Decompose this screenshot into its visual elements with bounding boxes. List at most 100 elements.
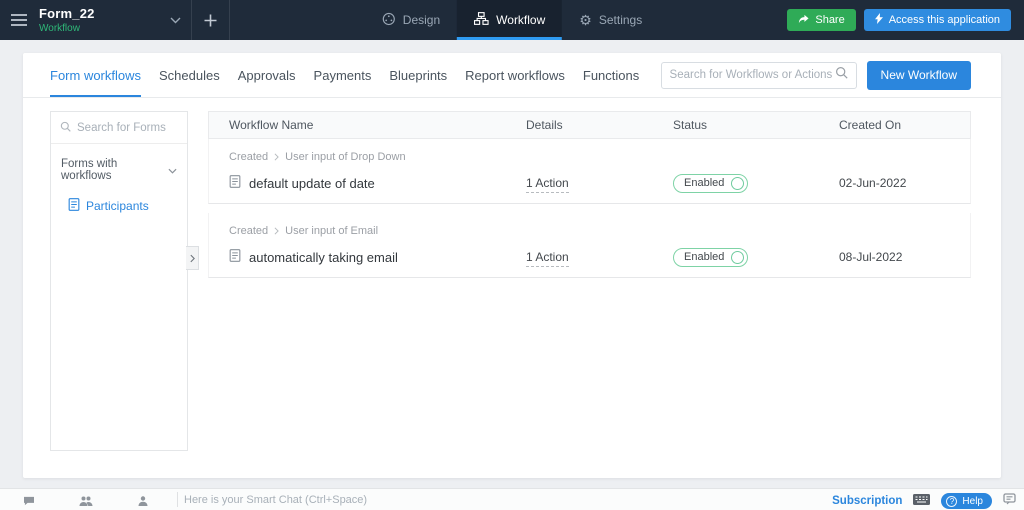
chevron-down-icon [168, 161, 177, 179]
status-toggle[interactable]: Enabled [673, 247, 749, 267]
tabs-actions: New Workflow [660, 60, 971, 90]
forms-search-placeholder: Search for Forms [77, 121, 166, 134]
nav-item-settings[interactable]: ⚙ Settings [562, 0, 659, 40]
table-row[interactable]: default update of date 1 Action Enabled … [209, 163, 970, 203]
workflow-name[interactable]: default update of date [249, 176, 375, 191]
table-header: Workflow Name Details Status Created On [208, 111, 971, 139]
tab-functions[interactable]: Functions [583, 53, 639, 97]
breadcrumb: Created User input of Email [209, 225, 970, 237]
forms-group-label: Forms with workflows [61, 158, 118, 182]
sidebar-item-label: Participants [86, 199, 149, 213]
nav-item-label: Workflow [496, 13, 546, 27]
new-workflow-button[interactable]: New Workflow [866, 60, 971, 90]
breadcrumb-child: User input of Email [285, 225, 379, 237]
workflow-details-link[interactable]: 1 Action [526, 250, 569, 267]
app-switcher[interactable]: Form_22 Workflow [39, 0, 191, 40]
tabs-row: Form workflows Schedules Approvals Payme… [23, 53, 1001, 98]
form-doc-icon [229, 249, 241, 265]
contacts-button[interactable]: Contacts [114, 489, 171, 510]
sidebar-item-participants[interactable]: Participants [51, 188, 187, 222]
chevron-right-icon [189, 254, 195, 262]
status-label: Enabled [684, 251, 725, 264]
hamburger-menu-icon[interactable] [0, 0, 39, 40]
form-doc-icon [229, 175, 241, 191]
design-icon [382, 12, 396, 29]
page-background: Form workflows Schedules Approvals Payme… [0, 40, 1024, 488]
chevron-right-icon [274, 227, 279, 235]
topbar-divider [229, 0, 230, 40]
status-label: Enabled [684, 177, 725, 190]
settings-gear-icon: ⚙ [579, 12, 592, 28]
help-button-label: Help [962, 495, 983, 507]
created-on-date: 08-Jul-2022 [839, 250, 903, 264]
breadcrumb-parent: Created [229, 225, 269, 237]
share-button[interactable]: Share [787, 9, 856, 31]
topbar-left: Form_22 Workflow [0, 0, 230, 40]
share-button-label: Share [815, 14, 845, 26]
bottombar: Chats Channels Contacts Subscription ? H… [0, 488, 1024, 510]
bottombar-divider [177, 492, 178, 507]
nav-item-design[interactable]: Design [365, 0, 457, 40]
workflow-search-input[interactable] [669, 69, 835, 81]
nav-item-label: Design [402, 13, 441, 27]
breadcrumb-child: User input of Drop Down [285, 151, 406, 163]
chats-button[interactable]: Chats [0, 489, 57, 510]
forms-search-box[interactable]: Search for Forms [51, 112, 187, 144]
keyboard-shortcuts-icon[interactable] [913, 492, 931, 510]
workflow-tabs: Form workflows Schedules Approvals Payme… [50, 53, 657, 97]
people-group-icon [79, 493, 93, 510]
chevron-right-icon [274, 153, 279, 161]
forms-sidebar: Search for Forms Forms with workflows Pa… [50, 111, 188, 451]
workflow-search-box [660, 61, 857, 89]
topbar: Form_22 Workflow Design Workflow ⚙ Setti… [0, 0, 1024, 40]
search-icon [835, 66, 848, 84]
forms-group-toggle[interactable]: Forms with workflows [51, 144, 187, 188]
question-mark-icon: ? [946, 495, 958, 507]
share-arrow-icon [798, 14, 809, 27]
workflow-group: Created User input of Email automaticall… [208, 213, 971, 278]
workflow-card: Form workflows Schedules Approvals Payme… [23, 53, 1001, 478]
feedback-icon[interactable] [1003, 492, 1016, 510]
topbar-right: Share Access this application [787, 0, 1024, 40]
created-on-date: 02-Jun-2022 [839, 176, 907, 190]
sidebar-collapse-handle[interactable] [186, 246, 199, 270]
status-toggle[interactable]: Enabled [673, 173, 749, 193]
smart-chat-input[interactable] [184, 489, 833, 506]
access-application-button[interactable]: Access this application [863, 9, 1011, 31]
content-area: Search for Forms Forms with workflows Pa… [23, 98, 1001, 478]
chevron-down-icon [170, 11, 181, 29]
search-icon [60, 119, 71, 137]
workflow-name[interactable]: automatically taking email [249, 250, 398, 265]
topbar-nav: Design Workflow ⚙ Settings [365, 0, 659, 40]
lightning-bolt-icon [874, 13, 883, 27]
workflow-icon [474, 12, 489, 28]
nav-item-workflow[interactable]: Workflow [457, 0, 563, 40]
column-header-status: Status [673, 118, 708, 132]
tab-schedules[interactable]: Schedules [159, 53, 220, 97]
breadcrumb: Created User input of Drop Down [209, 151, 970, 163]
app-subtitle: Workflow [39, 23, 80, 34]
tab-report-workflows[interactable]: Report workflows [465, 53, 565, 97]
column-header-workflow-name: Workflow Name [229, 118, 314, 132]
tab-blueprints[interactable]: Blueprints [389, 53, 447, 97]
column-header-details: Details [526, 118, 563, 132]
workflow-details-link[interactable]: 1 Action [526, 176, 569, 193]
toggle-knob-icon [731, 176, 745, 190]
toggle-knob-icon [731, 250, 745, 264]
workflow-group: Created User input of Drop Down default … [208, 139, 971, 204]
workflow-table: Workflow Name Details Status Created On … [208, 111, 971, 478]
channels-button[interactable]: Channels [57, 489, 114, 510]
tab-approvals[interactable]: Approvals [238, 53, 296, 97]
plus-icon [204, 14, 217, 26]
help-button[interactable]: ? Help [941, 493, 992, 509]
access-button-label: Access this application [888, 14, 1000, 26]
tab-payments[interactable]: Payments [314, 53, 372, 97]
bottombar-right: Subscription ? Help [832, 489, 1024, 510]
form-icon [68, 198, 80, 214]
subscription-link[interactable]: Subscription [832, 495, 902, 507]
tab-form-workflows[interactable]: Form workflows [50, 53, 142, 97]
add-component-button[interactable] [192, 0, 229, 40]
person-icon [138, 493, 148, 510]
table-row[interactable]: automatically taking email 1 Action Enab… [209, 237, 970, 277]
nav-item-label: Settings [598, 13, 643, 27]
